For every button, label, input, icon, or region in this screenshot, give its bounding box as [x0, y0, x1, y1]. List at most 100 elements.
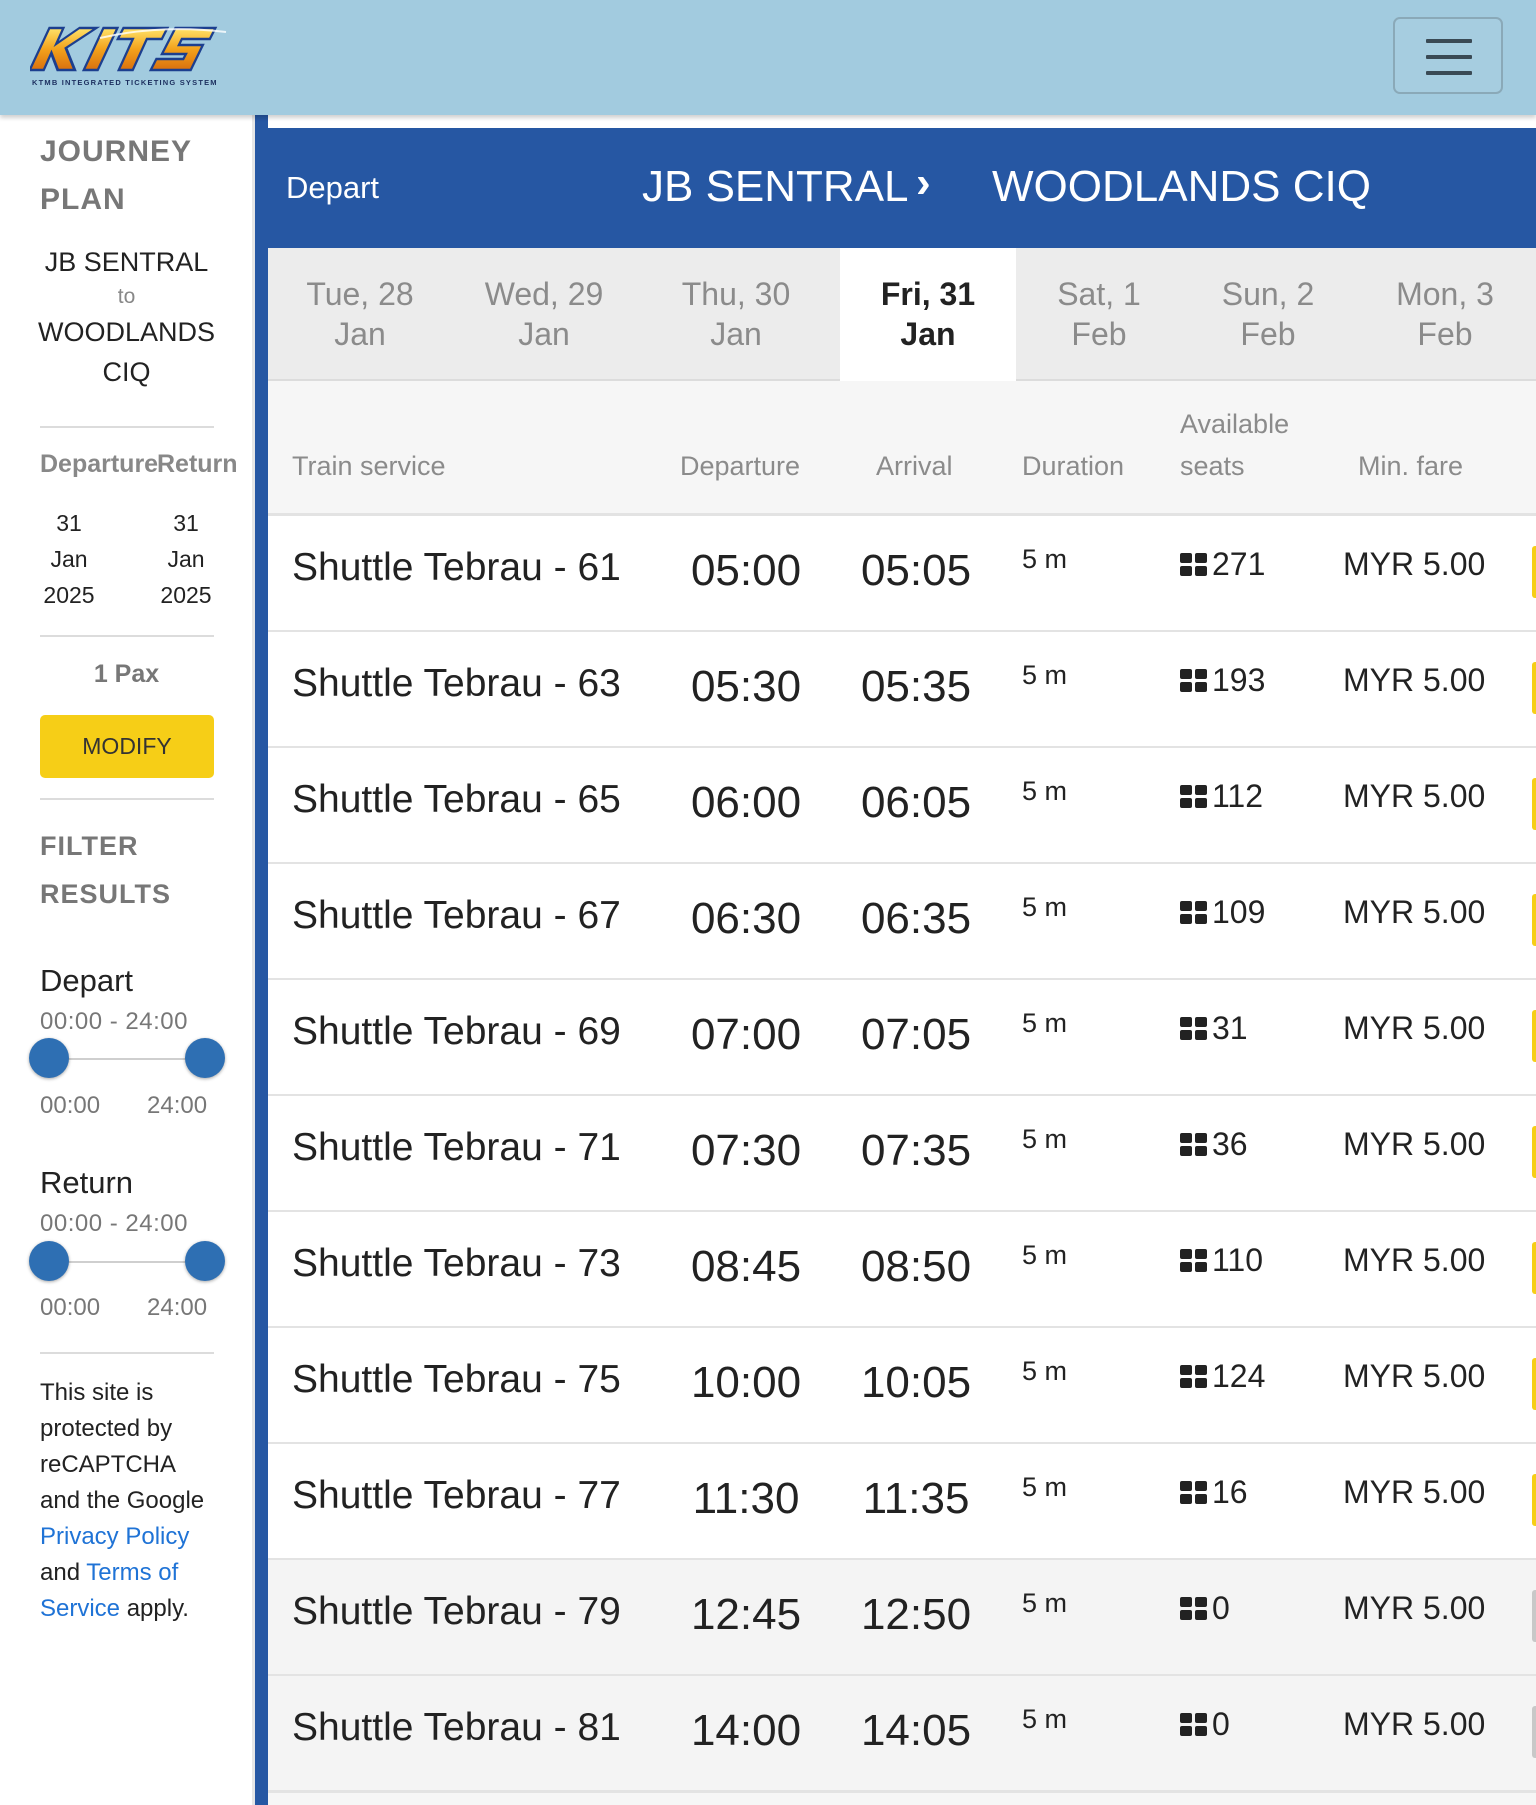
- kits-logo[interactable]: KTMB INTEGRATED TICKETING SYSTEM: [27, 20, 235, 92]
- terms-of-service-link-cont[interactable]: Service: [40, 1595, 120, 1622]
- select-train-button[interactable]: [1532, 894, 1536, 946]
- chevron-right-icon: ›: [916, 158, 931, 207]
- arrival-time: 07:35: [860, 1126, 972, 1175]
- date-tab[interactable]: Mon, 3 Feb: [1354, 248, 1536, 379]
- date-tab-month: Jan: [710, 316, 762, 352]
- select-train-button[interactable]: [1532, 546, 1536, 598]
- select-train-button[interactable]: [1532, 1474, 1536, 1526]
- date-tab-month: Jan: [900, 316, 956, 352]
- train-row[interactable]: Shuttle Tebrau - 69 07:00 07:05 5 m 31 MYR 5.…: [268, 980, 1536, 1097]
- trip-duration: 5 m: [1022, 776, 1068, 806]
- select-train-button[interactable]: [1532, 1590, 1536, 1642]
- train-row[interactable]: Shuttle Tebrau - 75 10:00 10:05 5 m 124 MYR 5…: [268, 1328, 1536, 1445]
- direction-label: Depart: [286, 170, 380, 205]
- train-service-name: Shuttle Tebrau - 75: [292, 1358, 621, 1401]
- available-seats-count: 193: [1212, 662, 1266, 698]
- available-seats: 36: [1180, 1126, 1248, 1163]
- date-tab-month: Jan: [518, 316, 570, 352]
- date-tab-month: Feb: [1417, 316, 1473, 352]
- seat-icon: [1180, 901, 1208, 925]
- menu-toggle-button[interactable]: [1393, 17, 1503, 94]
- train-service-name: Shuttle Tebrau - 77: [292, 1474, 621, 1517]
- arrival-time: 05:35: [860, 662, 972, 711]
- available-seats: 16: [1180, 1474, 1248, 1511]
- min-fare: MYR 5.00: [1343, 778, 1486, 814]
- depart-slider-max-handle[interactable]: [185, 1038, 225, 1078]
- date-tab-day: Mon, 3: [1396, 276, 1494, 312]
- available-seats: 31: [1180, 1010, 1248, 1047]
- train-row[interactable]: Shuttle Tebrau - 65 06:00 06:05 5 m 112 MYR 5…: [268, 748, 1536, 865]
- select-train-button[interactable]: [1532, 1010, 1536, 1062]
- column-header-seats-line1: Available: [1180, 409, 1290, 439]
- privacy-policy-link[interactable]: Privacy Policy: [40, 1523, 189, 1550]
- filter-results-title: FILTER RESULTS: [40, 822, 220, 918]
- hamburger-icon: [1426, 39, 1472, 43]
- arrival-time: 06:05: [860, 778, 972, 827]
- top-navbar: KTMB INTEGRATED TICKETING SYSTEM: [0, 0, 1536, 115]
- min-fare: MYR 5.00: [1343, 1590, 1486, 1626]
- depart-slider-min-value: 00:00: [40, 1092, 101, 1119]
- select-train-button[interactable]: [1532, 1358, 1536, 1410]
- return-slider-track[interactable]: [48, 1261, 205, 1263]
- return-filter-range: 00:00 - 24:00: [40, 1210, 188, 1237]
- train-row[interactable]: Shuttle Tebrau - 67 06:30 06:35 5 m 109 MYR 5…: [268, 864, 1536, 981]
- arrival-time: 07:05: [860, 1010, 972, 1059]
- date-tab-month: Feb: [1071, 316, 1127, 352]
- terms-of-service-link[interactable]: Terms of: [86, 1559, 178, 1586]
- min-fare: MYR 5.00: [1343, 1010, 1486, 1046]
- date-tab[interactable]: Sun, 2 Feb: [1182, 248, 1354, 379]
- recaptcha-notice: This site is protected by reCAPTCHA and …: [40, 1375, 240, 1627]
- available-seats: 109: [1180, 894, 1265, 931]
- departure-time: 06:00: [690, 778, 802, 827]
- train-row[interactable]: Shuttle Tebrau - 71 07:30 07:35 5 m 36 MYR 5.…: [268, 1096, 1536, 1213]
- date-tab-day: Sat, 1: [1057, 276, 1141, 312]
- return-slider-max-handle[interactable]: [185, 1241, 225, 1281]
- arrival-time: 10:05: [860, 1358, 972, 1407]
- date-tab-active[interactable]: Fri, 31 Jan: [840, 248, 1016, 381]
- select-train-button[interactable]: [1532, 1706, 1536, 1758]
- date-tab[interactable]: Wed, 29 Jan: [452, 248, 636, 379]
- recaptcha-text: protected by: [40, 1415, 173, 1442]
- column-header-fare: Min. fare: [1358, 451, 1464, 481]
- date-tab[interactable]: Sat, 1 Feb: [1016, 248, 1182, 379]
- train-row[interactable]: Shuttle Tebrau - 61 05:00 05:05 5 m 271 MYR 5…: [268, 516, 1536, 633]
- train-row[interactable]: Shuttle Tebrau - 77 11:30 11:35 5 m 16 MYR 5.…: [268, 1444, 1536, 1561]
- train-row[interactable]: Shuttle Tebrau - 73 08:45 08:50 5 m 110 MYR 5…: [268, 1212, 1536, 1329]
- modify-button[interactable]: MODIFY: [40, 715, 214, 778]
- available-seats-count: 109: [1212, 894, 1266, 930]
- departure-month: Jan: [50, 546, 88, 572]
- select-train-button[interactable]: [1532, 1242, 1536, 1294]
- hamburger-icon: [1426, 55, 1472, 59]
- train-row[interactable]: Shuttle Tebrau - 79 12:45 12:50 5 m 0 MYR 5.0…: [268, 1560, 1536, 1677]
- date-tab[interactable]: Tue, 28 Jan: [268, 248, 452, 379]
- available-seats-count: 0: [1212, 1706, 1230, 1742]
- trip-duration: 5 m: [1022, 1124, 1068, 1154]
- min-fare: MYR 5.00: [1343, 546, 1486, 582]
- journey-plan-title-line1: JOURNEY: [40, 135, 193, 168]
- select-train-button[interactable]: [1532, 662, 1536, 714]
- available-seats-count: 124: [1212, 1358, 1266, 1394]
- return-date: 31 Jan 2025: [136, 505, 236, 613]
- departure-time: 08:45: [690, 1242, 802, 1291]
- departure-time: 11:30: [692, 1474, 800, 1523]
- arrival-time: 08:50: [860, 1242, 972, 1291]
- select-train-button[interactable]: [1532, 778, 1536, 830]
- train-row[interactable]: Shuttle Tebrau - 81 14:00 14:05 5 m 0 MYR 5.0…: [268, 1676, 1536, 1793]
- train-service-name: Shuttle Tebrau - 79: [292, 1590, 621, 1633]
- select-train-button[interactable]: [1532, 1126, 1536, 1178]
- depart-slider-min-handle[interactable]: [29, 1038, 69, 1078]
- date-tab[interactable]: Thu, 30 Jan: [636, 248, 836, 379]
- route-summary: JB SENTRAL to WOODLANDS CIQ: [20, 242, 233, 392]
- departure-time: 07:30: [690, 1126, 802, 1175]
- train-row[interactable]: Shuttle Tebrau - 63 05:30 05:35 5 m 193 MYR 5…: [268, 632, 1536, 749]
- depart-slider-track[interactable]: [48, 1058, 205, 1060]
- return-year: 2025: [160, 582, 212, 608]
- trip-duration: 5 m: [1022, 1588, 1068, 1618]
- trip-duration: 5 m: [1022, 892, 1068, 922]
- recaptcha-text: reCAPTCHA: [40, 1451, 177, 1478]
- seat-icon: [1180, 1481, 1208, 1505]
- min-fare: MYR 5.00: [1343, 894, 1486, 930]
- available-seats-count: 110: [1212, 1242, 1264, 1278]
- divider: [40, 1352, 214, 1354]
- return-slider-min-handle[interactable]: [29, 1241, 69, 1281]
